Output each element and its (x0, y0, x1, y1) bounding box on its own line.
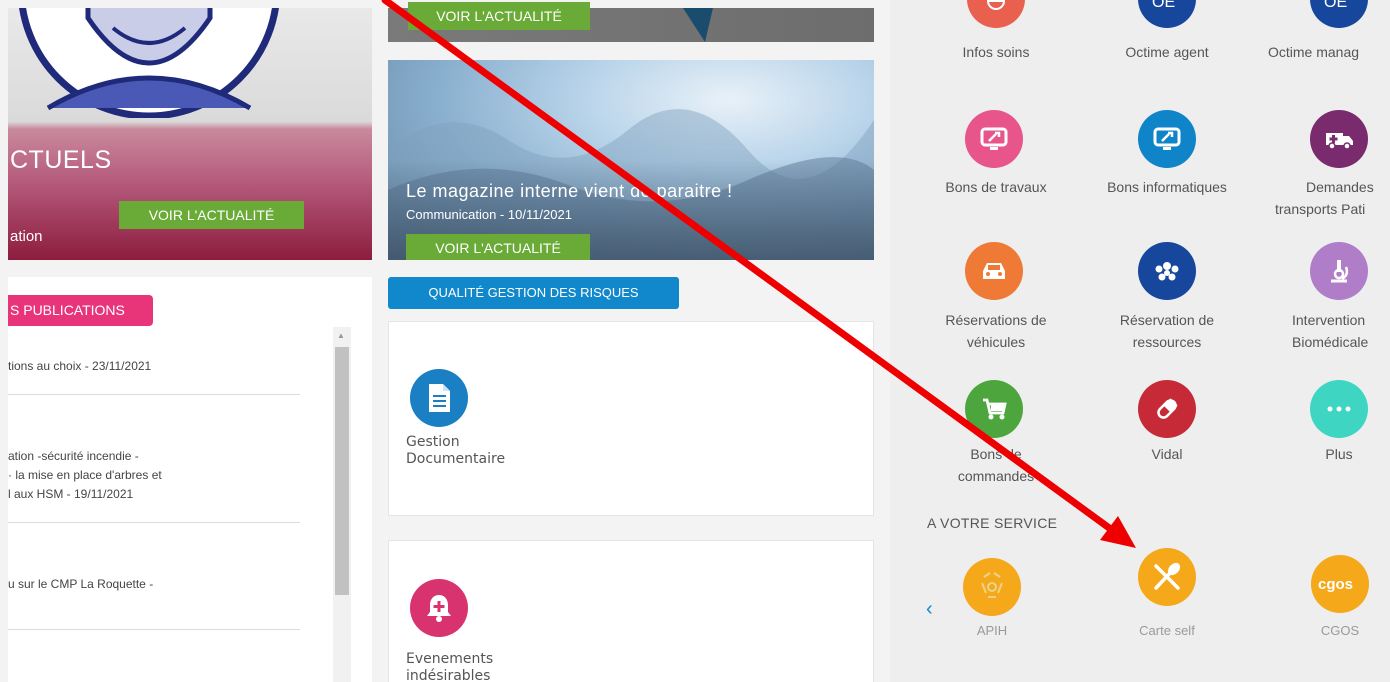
publication-line: u sur le CMP La Roquette - (8, 577, 154, 591)
publication-line: ation -sécurité incendie - (8, 449, 139, 463)
app-label-bons-travaux[interactable]: Bons de travaux (916, 176, 1076, 198)
left-column: CTUELS ation VOIR L'ACTUALITÉ S PUBLICAT… (0, 0, 372, 682)
publication-line: · la mise en place d'arbres et (8, 468, 162, 482)
bell-plus-icon (410, 579, 468, 637)
publications-scrollbar[interactable]: ▲ (333, 327, 351, 682)
tools-monitor-icon[interactable] (1138, 110, 1196, 168)
microscope-icon[interactable] (1310, 242, 1368, 300)
doc-label-line2: Documentaire (406, 451, 506, 467)
app-label-infos-soins[interactable]: Infos soins (936, 41, 1056, 63)
news-hero-card[interactable]: CTUELS ation VOIR L'ACTUALITÉ (8, 8, 372, 260)
ambulance-icon[interactable] (1310, 110, 1368, 168)
svg-text:OE: OE (1152, 0, 1175, 11)
cgos-logo[interactable]: cgos (1311, 555, 1369, 613)
service-label-carte-self[interactable]: Carte self (1117, 623, 1217, 638)
doc-label-line1: Gestion (406, 434, 460, 450)
octime-agent-icon[interactable]: OE (1138, 0, 1196, 28)
app-label-plus[interactable]: Plus (1259, 443, 1390, 465)
magazine-news-card[interactable]: Le magazine interne vient de paraitre ! … (388, 60, 874, 260)
cart-icon[interactable] (965, 380, 1023, 438)
app-label-bons-informatiques[interactable]: Bons informatiques (1087, 176, 1247, 198)
previous-news-card[interactable]: VOIR L'ACTUALITÉ (388, 2, 874, 42)
quality-risk-tag[interactable]: QUALITÉ GESTION DES RISQUES (388, 277, 679, 309)
divider (8, 522, 300, 523)
divider (8, 629, 300, 630)
scroll-thumb[interactable] (335, 347, 349, 595)
svg-text:OE: OE (1324, 0, 1347, 11)
events-label-line1: Evenements (406, 651, 494, 667)
publications-panel: S PUBLICATIONS tions au choix - 23/11/20… (8, 277, 372, 682)
magazine-read-news-button[interactable]: VOIR L'ACTUALITÉ (406, 234, 590, 260)
hero-subtitle: ation (10, 228, 43, 245)
car-icon[interactable] (965, 242, 1023, 300)
fork-spoon-icon[interactable] (1138, 548, 1196, 606)
document-icon (410, 369, 468, 427)
chevron-left-icon[interactable]: ‹ (926, 598, 933, 621)
decorative-shape (683, 8, 713, 42)
hero-title: CTUELS (10, 146, 112, 174)
intranet-page: CTUELS ation VOIR L'ACTUALITÉ S PUBLICAT… (0, 0, 1390, 682)
cgos-logo-text: cgos (1318, 576, 1353, 593)
app-label-reservations-vehicules-line1[interactable]: Réservations de (916, 309, 1076, 331)
app-label-intervention-line1[interactable]: Intervention (1292, 309, 1390, 331)
service-label-apih[interactable]: APIH (942, 623, 1042, 638)
app-label-demandes-line1[interactable]: Demandes (1306, 176, 1390, 198)
app-label-reservations-vehicules-line2[interactable]: véhicules (916, 331, 1076, 353)
octime-manager-icon[interactable]: OE (1310, 0, 1368, 28)
divider (8, 394, 300, 395)
app-label-reservation-ressources-line2[interactable]: ressources (1087, 331, 1247, 353)
publication-line: tions au choix - 23/11/2021 (8, 359, 152, 373)
publication-item[interactable]: u sur le CMP La Roquette - (8, 575, 300, 594)
section-title-services: A VOTRE SERVICE (927, 515, 1058, 531)
app-label-octime-agent[interactable]: Octime agent (1107, 41, 1227, 63)
publication-item[interactable]: tions au choix - 23/11/2021 (8, 357, 300, 376)
magazine-title: Le magazine interne vient de paraitre ! (406, 181, 733, 201)
adverse-events-card[interactable]: Evenements indésirables (388, 540, 874, 682)
publications-tag[interactable]: S PUBLICATIONS (8, 295, 153, 326)
more-dots-icon[interactable] (1310, 380, 1368, 438)
app-label-vidal[interactable]: Vidal (1087, 443, 1247, 465)
app-label-bons-commandes-line1[interactable]: Bons de (916, 443, 1076, 465)
document-management-card[interactable]: Gestion Documentaire (388, 321, 874, 516)
magazine-subtitle: Communication - 10/11/2021 (406, 207, 572, 222)
app-label-intervention-line2[interactable]: Biomédicale (1292, 331, 1390, 353)
publication-line: l aux HSM - 19/11/2021 (8, 487, 134, 501)
service-label-cgos[interactable]: CGOS (1290, 623, 1390, 638)
hero-read-news-button[interactable]: VOIR L'ACTUALITÉ (119, 201, 304, 229)
pill-icon[interactable] (1138, 380, 1196, 438)
infos-soins-icon[interactable] (967, 0, 1025, 28)
middle-column: VOIR L'ACTUALITÉ Le magazine interne vie… (388, 0, 874, 682)
top-read-news-button[interactable]: VOIR L'ACTUALITÉ (408, 2, 590, 30)
apps-panel: OE OE Infos soins Octime agent Octime ma… (890, 0, 1390, 682)
app-label-demandes-line2[interactable]: transports Pati (1275, 198, 1390, 220)
tools-monitor-icon[interactable] (965, 110, 1023, 168)
publication-item[interactable]: ation -sécurité incendie - · la mise en … (8, 447, 300, 504)
app-label-bons-commandes-line2[interactable]: commandes (916, 465, 1076, 487)
scroll-up-arrow-icon[interactable]: ▲ (337, 331, 345, 340)
app-label-octime-manager[interactable]: Octime manag (1268, 41, 1390, 63)
app-label-reservation-ressources-line1[interactable]: Réservation de (1087, 309, 1247, 331)
events-label-line2: indésirables (406, 668, 491, 682)
avatar-illustration (19, 8, 279, 118)
people-icon[interactable] (1138, 242, 1196, 300)
apih-logo[interactable] (963, 558, 1021, 616)
